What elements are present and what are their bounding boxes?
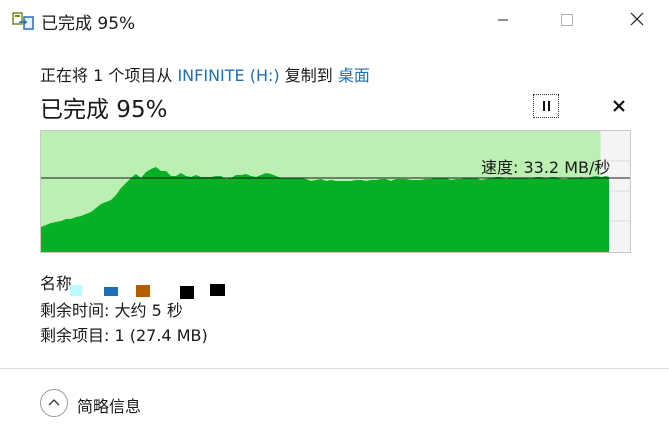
window-title: 已完成 95% [41, 14, 136, 34]
minimize-button[interactable] [480, 0, 526, 40]
speed-chart-graphic [41, 131, 630, 252]
footer-divider [0, 368, 669, 369]
progress-status: 已完成 95% [40, 97, 168, 123]
copy-middle-text: 复制到 [279, 66, 338, 85]
speed-label: 速度: 33.2 MB/秒 [481, 158, 611, 177]
cancel-button[interactable] [608, 95, 630, 117]
maximize-button[interactable] [544, 0, 590, 40]
destination-link[interactable]: 桌面 [338, 66, 370, 85]
close-button[interactable] [614, 0, 660, 40]
items-remaining: 剩余项目: 1 (27.4 MB) [40, 326, 208, 345]
copy-file-icon [12, 12, 34, 30]
title-bar[interactable]: 已完成 95% [0, 0, 669, 40]
chevron-up-icon [48, 399, 60, 406]
time-remaining: 剩余时间: 大约 5 秒 [40, 301, 183, 320]
cancel-icon [613, 100, 625, 112]
source-link[interactable]: INFINITE (H:) [177, 66, 279, 85]
maximize-icon [561, 14, 573, 26]
pause-button[interactable] [533, 94, 559, 118]
speed-chart [40, 130, 631, 253]
details-toggle-label[interactable]: 简略信息 [77, 393, 141, 417]
close-icon [630, 12, 644, 26]
minimize-icon [498, 19, 508, 21]
copy-description: 正在将 1 个项目从 INFINITE (H:) 复制到 桌面 [40, 62, 370, 86]
details-toggle-button[interactable] [40, 389, 68, 417]
copy-prefix-text: 正在将 1 个项目从 [40, 66, 178, 85]
